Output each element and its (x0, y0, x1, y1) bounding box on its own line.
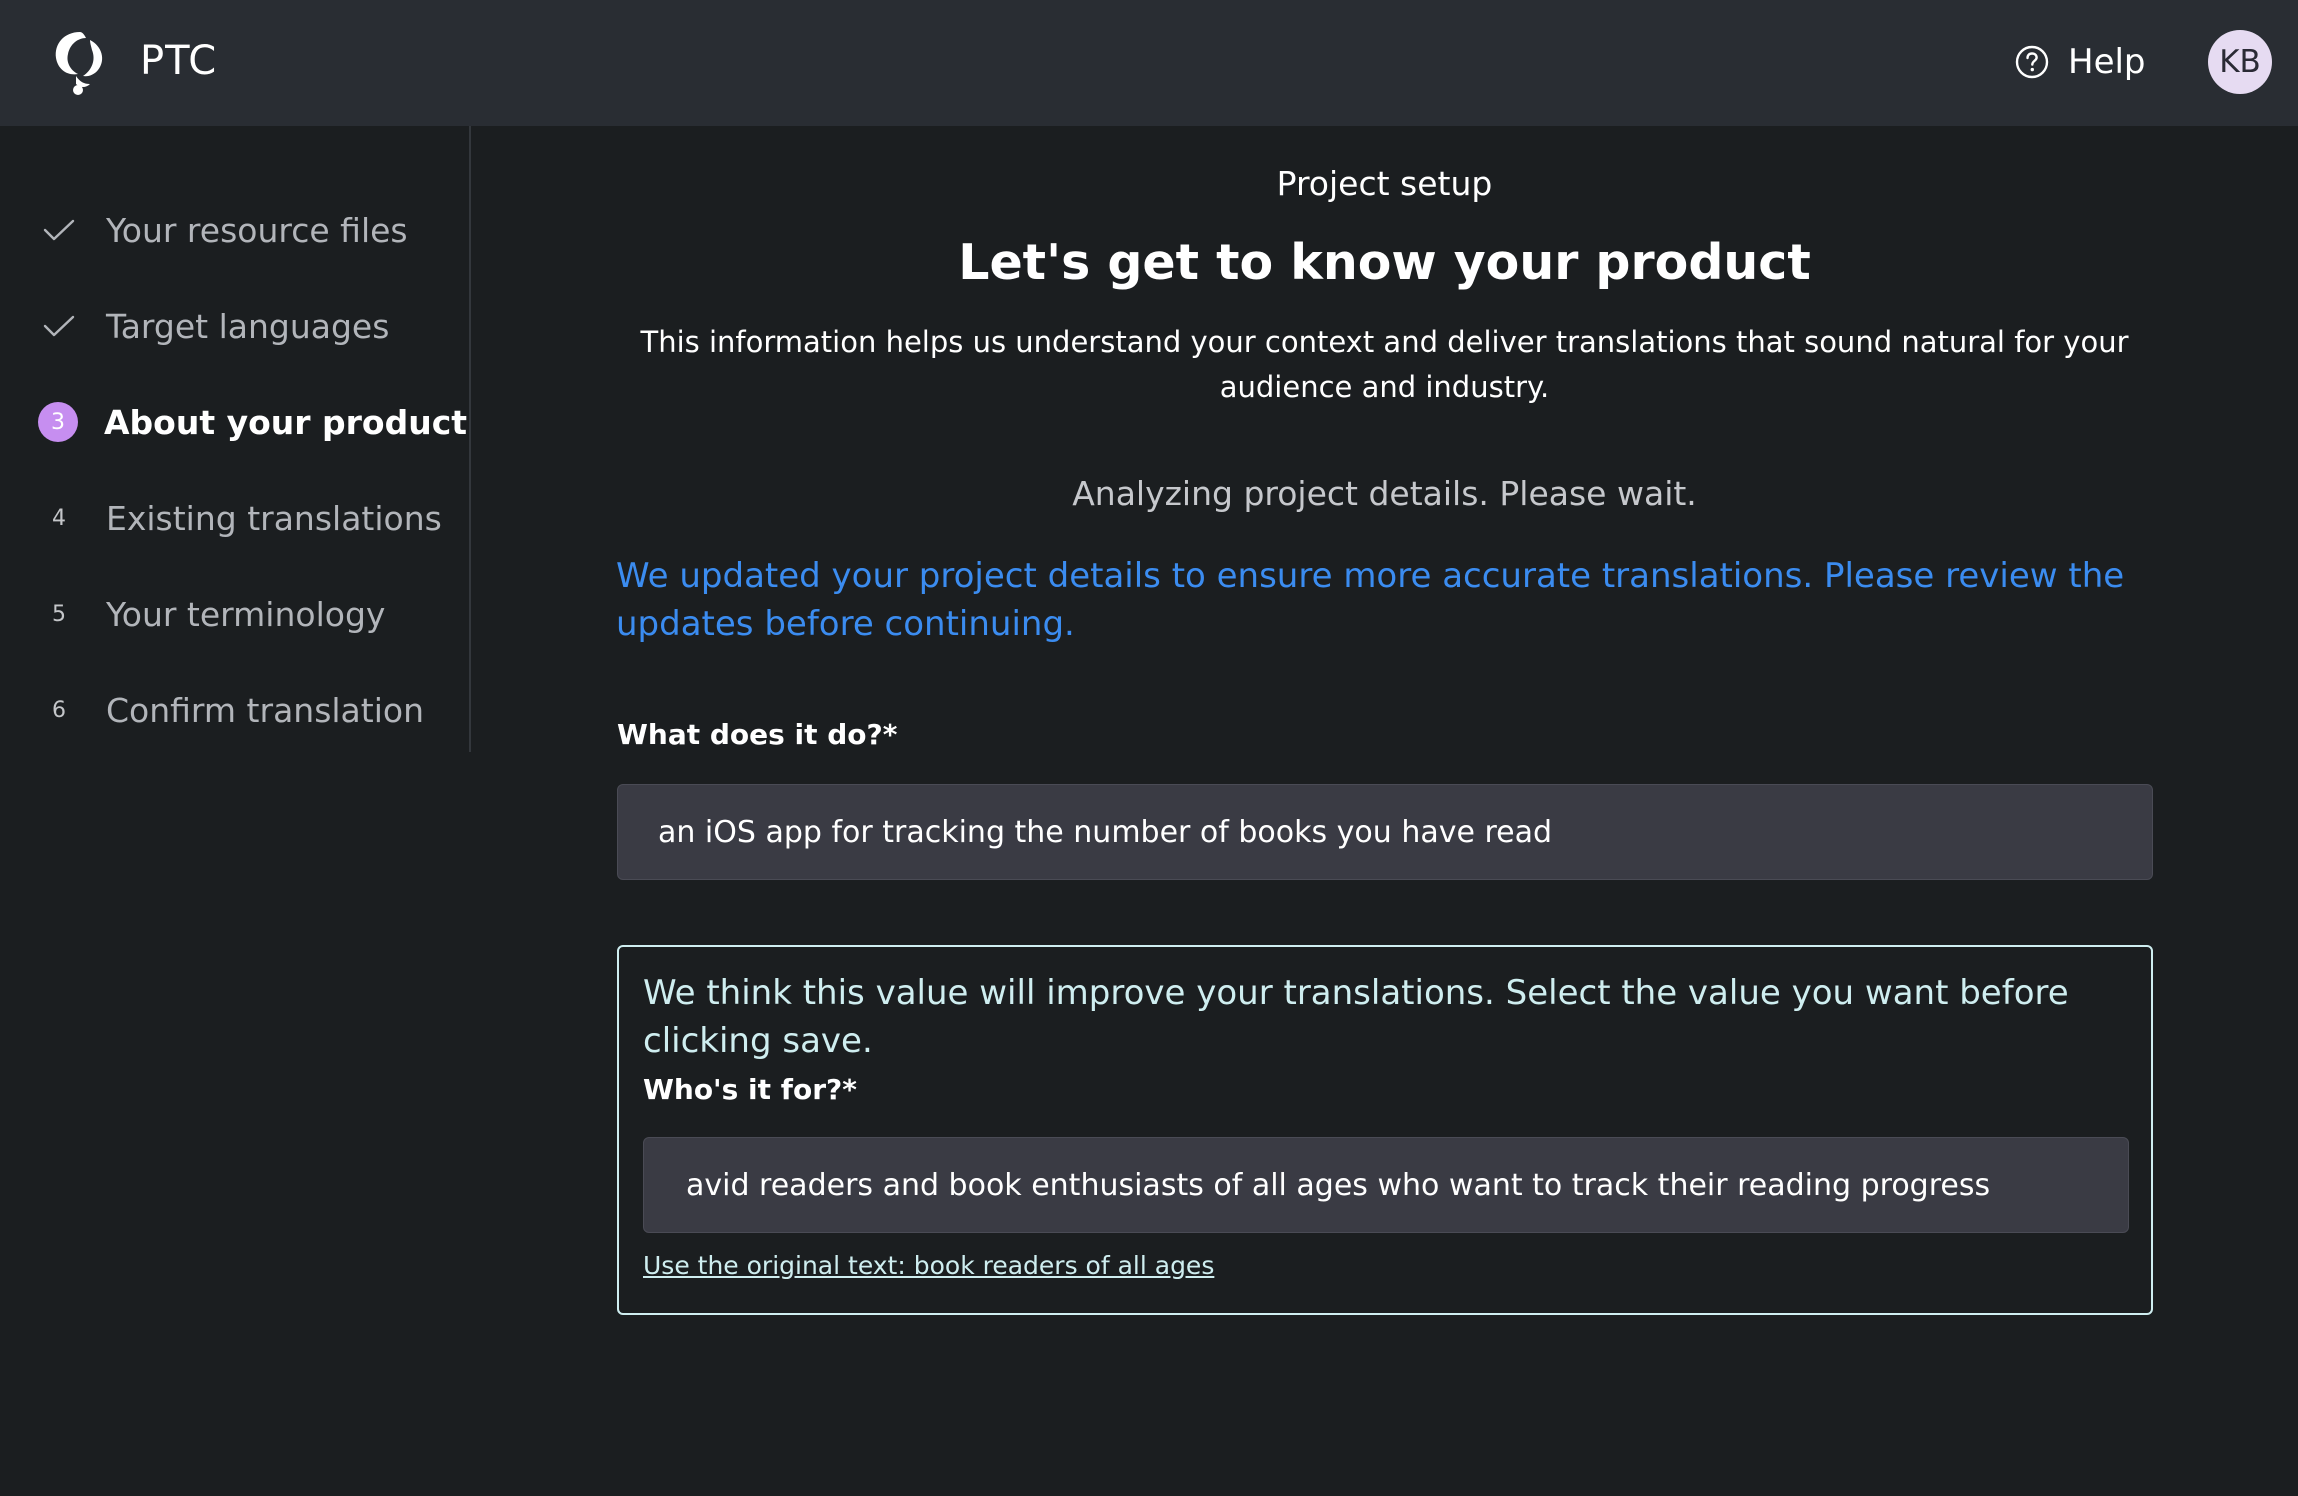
setup-steps-sidebar: Your resource files Target languages 3 A… (0, 126, 471, 752)
suggestion-message: We think this value will improve your tr… (643, 973, 2069, 1061)
suggestion-box: We think this value will improve your tr… (617, 945, 2153, 1315)
step-number: 6 (52, 697, 66, 723)
check-icon (38, 305, 80, 347)
step-existing-translations[interactable]: 4 Existing translations (38, 488, 442, 548)
step-label: Existing translations (106, 498, 442, 538)
what-does-it-do-input[interactable]: an iOS app for tracking the number of bo… (617, 784, 2153, 880)
step-number: 5 (52, 601, 66, 627)
whos-it-for-input[interactable]: avid readers and book enthusiasts of all… (643, 1137, 2129, 1233)
help-button[interactable]: Help (2014, 38, 2146, 86)
step-number-badge: 3 (38, 402, 78, 442)
question-circle-icon (2015, 45, 2049, 79)
what-does-it-do-label: What does it do?* (617, 718, 898, 751)
use-original-text-link[interactable]: Use the original text: book readers of a… (643, 1251, 1214, 1280)
page-description: This information helps us understand you… (640, 325, 2129, 404)
update-notice: We updated your project details to ensur… (616, 556, 2125, 644)
step-your-terminology[interactable]: 5 Your terminology (38, 584, 385, 644)
step-label: Target languages (106, 306, 390, 346)
step-about-your-product[interactable]: 3 About your product (38, 392, 467, 452)
step-number: 4 (52, 505, 66, 531)
page-title: Let's get to know your product (958, 234, 1811, 291)
step-label: Your resource files (106, 210, 408, 250)
step-label: About your product (104, 402, 468, 442)
avatar[interactable]: KB (2208, 30, 2272, 94)
help-label: Help (2068, 42, 2146, 82)
top-bar: PTC Help KB (0, 0, 2298, 126)
brand-name: PTC (140, 38, 218, 84)
check-icon (38, 209, 80, 251)
step-label: Your terminology (106, 594, 386, 634)
page-eyebrow: Project setup (1276, 164, 1493, 203)
ptc-logo-icon[interactable] (50, 26, 114, 98)
step-target-languages[interactable]: Target languages (38, 296, 389, 356)
step-confirm-translation[interactable]: 6 Confirm translation (38, 680, 424, 740)
analyzing-status: Analyzing project details. Please wait. (1072, 474, 1697, 513)
step-resource-files[interactable]: Your resource files (38, 200, 408, 260)
step-label: Confirm translation (106, 690, 424, 730)
whos-it-for-label: Who's it for?* (643, 1073, 857, 1106)
